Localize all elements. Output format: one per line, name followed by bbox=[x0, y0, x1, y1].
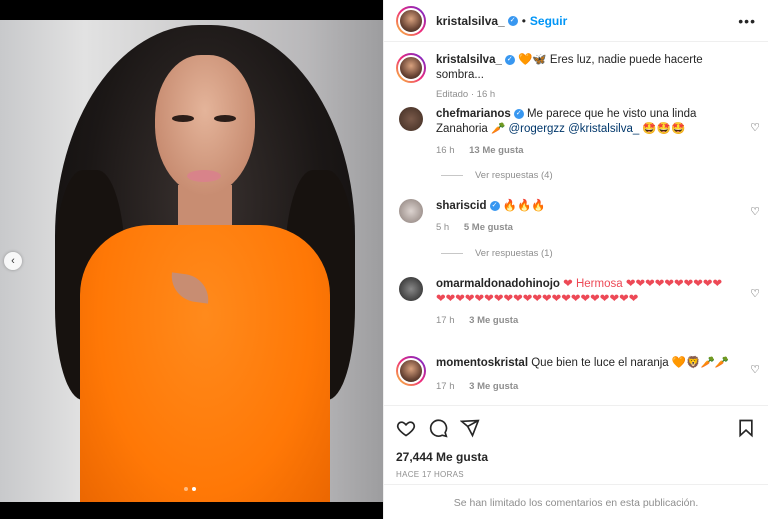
likes-count[interactable]: 27,444 Me gusta bbox=[396, 450, 756, 464]
instagram-post-modal: ‹ kristalsilva_ ✓ • Seguir ••• kristalsi… bbox=[0, 0, 768, 519]
photo-orange-dress bbox=[80, 225, 330, 502]
more-options-icon[interactable]: ••• bbox=[738, 13, 756, 29]
chevron-left-icon: ‹ bbox=[11, 255, 15, 267]
comments-limited-notice: Se han limitado los comentarios en esta … bbox=[384, 484, 768, 519]
comment-username[interactable]: momentoskristal bbox=[436, 357, 528, 369]
comment-avatar[interactable] bbox=[399, 107, 423, 131]
comment-avatar[interactable] bbox=[399, 277, 423, 301]
comment-avatar[interactable] bbox=[396, 356, 426, 386]
author-username[interactable]: kristalsilva_ bbox=[436, 14, 505, 28]
comment-item: momentoskristal Que bien te luce el nara… bbox=[396, 356, 756, 394]
comment-likes[interactable]: 13 Me gusta bbox=[469, 145, 523, 156]
comment-username[interactable]: shariscid bbox=[436, 200, 487, 212]
comment-username[interactable]: omarmaldonadohinojo bbox=[436, 278, 560, 290]
comment-like-icon[interactable]: ♡ bbox=[750, 363, 760, 376]
carousel-dot-2 bbox=[192, 487, 196, 491]
comment-text-end: 🤩🤩🤩 bbox=[639, 123, 686, 135]
comment-like-icon[interactable]: ♡ bbox=[750, 121, 760, 134]
view-replies-button[interactable]: Ver respuestas (4) bbox=[441, 170, 553, 181]
comment-time[interactable]: 16 h bbox=[436, 145, 455, 156]
comment-time[interactable]: 5 h bbox=[436, 222, 449, 233]
mention-link[interactable]: @kristalsilva_ bbox=[568, 123, 639, 135]
mention-link[interactable]: @rogergzz bbox=[509, 123, 565, 135]
verified-badge-icon: ✓ bbox=[489, 200, 500, 211]
verified-badge-icon: ✓ bbox=[507, 15, 518, 26]
comment-text: 🔥🔥🔥 bbox=[499, 200, 546, 212]
comment-text: Que bien te luce el naranja 🧡🦁🥕🥕 bbox=[528, 357, 730, 369]
heart-outline-icon[interactable] bbox=[396, 418, 416, 438]
follow-button[interactable]: Seguir bbox=[530, 14, 567, 28]
post-media: ‹ bbox=[0, 0, 383, 519]
comment-like-icon[interactable]: ♡ bbox=[750, 205, 760, 218]
carousel-dot-1 bbox=[184, 487, 188, 491]
comment-like-icon[interactable]: ♡ bbox=[750, 287, 760, 300]
comment-likes[interactable]: 5 Me gusta bbox=[464, 222, 513, 233]
post-timestamp[interactable]: HACE 17 HORAS bbox=[396, 470, 756, 479]
carousel-prev-button[interactable]: ‹ bbox=[4, 252, 22, 270]
verified-badge-icon: ✓ bbox=[504, 54, 515, 65]
caption-meta: Editado · 16 h bbox=[436, 89, 496, 100]
comment-item: shariscid ✓ 🔥🔥🔥 5 h 5 Me gusta bbox=[396, 199, 756, 235]
comment-username[interactable]: chefmarianos bbox=[436, 108, 511, 120]
post-actions: 27,444 Me gusta HACE 17 HORAS bbox=[384, 405, 768, 479]
carousel-dots bbox=[184, 487, 196, 491]
view-replies-button[interactable]: Ver respuestas (1) bbox=[441, 248, 553, 259]
bookmark-icon[interactable] bbox=[736, 418, 756, 438]
comment-avatar[interactable] bbox=[399, 199, 423, 223]
header-separator: • bbox=[521, 13, 526, 28]
comment-likes[interactable]: 3 Me gusta bbox=[469, 315, 518, 326]
comment-likes[interactable]: 3 Me gusta bbox=[469, 381, 518, 392]
post-header: kristalsilva_ ✓ • Seguir ••• bbox=[384, 0, 768, 42]
photo-eye-left bbox=[172, 115, 194, 122]
caption-username[interactable]: kristalsilva_ bbox=[436, 54, 502, 66]
post-side-panel: kristalsilva_ ✓ • Seguir ••• kristalsilv… bbox=[383, 0, 768, 519]
caption: kristalsilva_ ✓ 🧡🦋 Eres luz, nadie puede … bbox=[396, 53, 756, 102]
comment-item: omarmaldonadohinojo ❤ Hermosa ❤❤❤❤❤❤❤❤❤❤… bbox=[396, 277, 756, 328]
caption-avatar[interactable] bbox=[396, 53, 426, 83]
speech-bubble-icon[interactable] bbox=[428, 418, 448, 438]
photo-eye-right bbox=[214, 115, 236, 122]
comments-list[interactable]: kristalsilva_ ✓ 🧡🦋 Eres luz, nadie puede … bbox=[384, 43, 768, 405]
photo-lips bbox=[187, 170, 221, 182]
comment-time[interactable]: 17 h bbox=[436, 315, 455, 326]
verified-badge-icon: ✓ bbox=[513, 108, 524, 119]
author-avatar[interactable] bbox=[396, 5, 426, 36]
comment-time[interactable]: 17 h bbox=[436, 381, 455, 392]
comment-item: chefmarianos ✓ Me parece que he visto una… bbox=[396, 107, 756, 158]
post-photo bbox=[0, 20, 383, 502]
paper-plane-icon[interactable] bbox=[460, 418, 480, 438]
